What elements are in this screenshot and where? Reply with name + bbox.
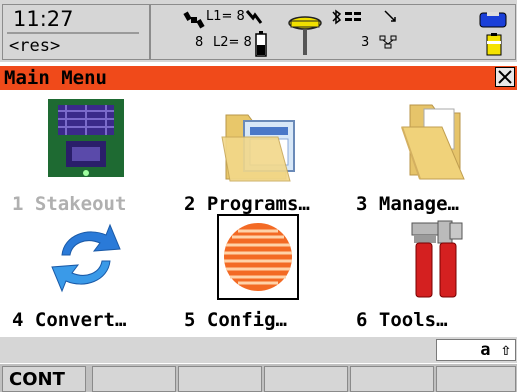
- time-panel: 11:27 <res>: [2, 4, 150, 60]
- title-bar: Main Menu: [0, 66, 517, 90]
- menu-label: 1 Stakeout: [12, 193, 127, 215]
- divider: [7, 32, 139, 34]
- satellite-icon: [183, 11, 205, 29]
- tools-icon: [411, 220, 463, 298]
- satellite-panel: L1= 8 8 L2= 8 3: [150, 4, 516, 60]
- f6-button[interactable]: [436, 366, 516, 392]
- battery-small-icon: [255, 31, 267, 57]
- menu-item-config[interactable]: 5 Config…: [172, 213, 344, 338]
- result-code-label: <res>: [9, 36, 61, 56]
- battery-icon: [486, 33, 502, 56]
- manage-folder-icon: [401, 104, 465, 180]
- f3-button[interactable]: [178, 366, 262, 392]
- menu-label: 6 Tools…: [356, 309, 448, 331]
- softkey-bar: CONT: [0, 364, 517, 392]
- menu-label: 2 Programs…: [184, 193, 310, 215]
- signal-bolt-icon: [245, 10, 263, 24]
- f4-button[interactable]: [264, 366, 348, 392]
- convert-arrows-icon: [51, 223, 121, 293]
- link-arrow-icon: [384, 10, 396, 22]
- close-icon: [498, 70, 512, 84]
- programs-folder-icon: [221, 114, 295, 182]
- stakeout-icon: [48, 99, 124, 177]
- bluetooth-link-icon: [332, 9, 361, 25]
- f1-label: CONT: [9, 369, 65, 390]
- network-icon: [379, 35, 397, 49]
- close-button[interactable]: [495, 67, 515, 87]
- f1-cont-button[interactable]: CONT: [2, 366, 86, 392]
- config-globe-icon: [217, 214, 299, 300]
- input-mode-text: a ⇧: [480, 340, 511, 360]
- gps-antenna-icon: [288, 16, 322, 55]
- clock-time: 11:27: [13, 7, 74, 31]
- menu-item-manage[interactable]: 3 Manage…: [344, 97, 516, 222]
- info-bar: a ⇧: [0, 337, 517, 363]
- f5-button[interactable]: [350, 366, 434, 392]
- sv-count-left: 8: [195, 35, 204, 50]
- l1-count: L1= 8: [206, 9, 245, 24]
- menu-label: 4 Convert…: [12, 309, 127, 331]
- f2-button[interactable]: [92, 366, 176, 392]
- input-mode-indicator: a ⇧: [436, 339, 516, 361]
- sv-count-right: 3: [361, 35, 370, 50]
- menu-item-convert[interactable]: 4 Convert…: [0, 213, 172, 338]
- menu-item-programs[interactable]: 2 Programs…: [172, 97, 344, 222]
- menu-label: 3 Manage…: [356, 193, 459, 215]
- l2-count: L2= 8: [213, 35, 252, 50]
- memory-card-icon: [479, 12, 507, 28]
- menu-label: 5 Config…: [184, 309, 287, 331]
- status-bar: 11:27 <res> L1= 8 8 L2= 8 3: [0, 0, 517, 62]
- menu-item-stakeout[interactable]: 1 Stakeout: [0, 97, 172, 222]
- menu-item-tools[interactable]: 6 Tools…: [344, 213, 516, 338]
- page-title: Main Menu: [4, 67, 107, 89]
